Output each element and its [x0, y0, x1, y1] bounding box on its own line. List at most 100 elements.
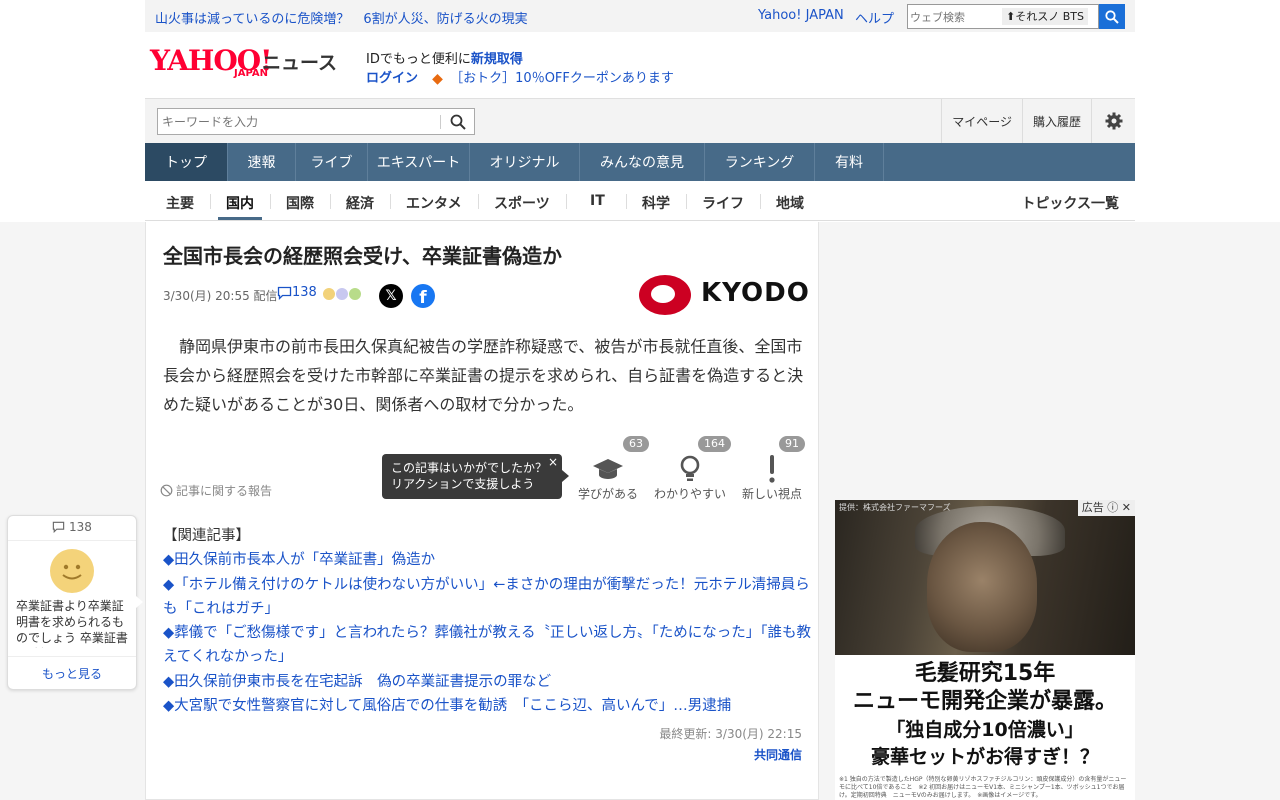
- article-panel: 全国市長会の経歴照会受け、卒業証書偽造か 3/30(月) 20:55 配信 13…: [145, 222, 819, 800]
- reaction-learn-button[interactable]: 63 学びがある: [568, 434, 649, 504]
- ad-fine-print: ※1 独自の方法で製造したHGP（特別な卵黄リゾホスファチジルコリン：頭皮保護成…: [839, 776, 1127, 799]
- face-icon: [322, 287, 336, 301]
- keyword-search-input[interactable]: [162, 113, 432, 131]
- ad-headline-line4: 豪華セットがお得すぎ！？: [870, 746, 1099, 768]
- web-search-input[interactable]: [910, 8, 1000, 26]
- nav-expert[interactable]: エキスパート: [368, 143, 470, 181]
- face-icon: [348, 287, 362, 301]
- category-it[interactable]: IT: [590, 193, 605, 209]
- see-more-link[interactable]: もっと見る: [8, 665, 136, 682]
- widget-count-value: 138: [68, 520, 92, 534]
- category-divider: [210, 194, 211, 209]
- keyword-search-button[interactable]: [448, 112, 468, 132]
- widget-divider: [8, 540, 136, 541]
- settings-button[interactable]: [1091, 99, 1135, 143]
- coupon-tag-icon: ◆: [432, 71, 443, 87]
- x-logo-icon: 𝕏: [385, 288, 397, 304]
- facebook-logo-icon: f: [419, 288, 427, 308]
- comment-icon: [52, 521, 65, 534]
- nav-breaking[interactable]: 速報: [228, 143, 296, 181]
- ad-headline: 毛髪研究15年 ニューモ開発企業が暴露。: [835, 660, 1135, 716]
- topics-list-link[interactable]: トピックス一覧: [1021, 193, 1119, 213]
- ad-label[interactable]: 広告 ⓘ ✕: [1077, 500, 1135, 516]
- help-link[interactable]: ヘルプ: [855, 8, 894, 27]
- register-link[interactable]: 新規取得: [471, 52, 523, 67]
- nav-ranking[interactable]: ランキング: [705, 143, 815, 181]
- info-icon: ⓘ: [1107, 501, 1119, 514]
- login-link[interactable]: ログイン: [366, 71, 418, 86]
- category-divider: [478, 194, 479, 209]
- reaction-newview-button[interactable]: 91 新しい視点: [732, 434, 812, 504]
- related-link[interactable]: ◆葬儀で「ご愁傷様です」と言われたら？葬儀社が教える〝正しい返し方〟「ためになっ…: [163, 621, 813, 670]
- article-date: 3/30(月) 20:55: [163, 289, 250, 303]
- reaction-label: わかりやすい: [653, 487, 726, 501]
- publisher-logo[interactable]: KYODO: [639, 274, 809, 316]
- comment-icon: [277, 286, 292, 300]
- ad-caption: 提供：株式会社ファーマフーズ: [839, 503, 951, 512]
- coupon-link[interactable]: ［おトク］10％OFFクーポンあります: [450, 71, 674, 86]
- tooltip-close-button[interactable]: ×: [548, 454, 558, 470]
- search-row: マイページ 購入履歴: [145, 98, 1135, 143]
- ad-headline-line2: ニューモ開発企業が暴露。: [852, 689, 1117, 714]
- category-sports[interactable]: スポーツ: [494, 193, 550, 213]
- category-international[interactable]: 国際: [286, 193, 314, 213]
- tooltip-line2: リアクションで支援しよう: [391, 477, 535, 491]
- reaction-count: 91: [779, 436, 805, 452]
- comment-count: 138: [292, 285, 317, 300]
- category-economy[interactable]: 経済: [346, 193, 374, 213]
- x-share-button[interactable]: 𝕏: [379, 284, 403, 308]
- logo-section: ニュース: [262, 52, 338, 74]
- article-delivered: 配信: [253, 289, 278, 303]
- article-meta: 3/30(月) 20:55 配信: [163, 287, 278, 304]
- category-local[interactable]: 地域: [776, 193, 804, 213]
- lightbulb-icon: [650, 454, 730, 484]
- ad-photo-face: [927, 522, 1037, 652]
- trend-word-label: それスノ BTS: [1015, 10, 1084, 23]
- publisher-name: KYODO: [701, 278, 810, 308]
- trend-word[interactable]: ⬆︎それスノ BTS: [1002, 8, 1088, 25]
- reaction-tooltip: この記事はいかがでしたか？ リアクションで支援しよう ×: [382, 454, 569, 499]
- yahoo-news-logo[interactable]: YAHOO! JAPAN ニュース: [150, 44, 360, 84]
- reaction-label: 学びがある: [577, 487, 638, 501]
- nav-paid[interactable]: 有料: [815, 143, 884, 181]
- keyword-search-box: [157, 108, 475, 135]
- ad-subheadline: 「独自成分10倍濃い」 豪華セットがお得すぎ！？: [835, 717, 1135, 771]
- category-science[interactable]: 科学: [642, 193, 670, 213]
- nav-live[interactable]: ライブ: [296, 143, 368, 181]
- comment-count-link[interactable]: 138: [277, 285, 317, 300]
- search-icon: [1105, 9, 1119, 24]
- advertisement[interactable]: 提供：株式会社ファーマフーズ 広告 ⓘ ✕ 毛髪研究15年 ニューモ開発企業が暴…: [835, 500, 1135, 800]
- nav-opinions[interactable]: みんなの意見: [580, 143, 705, 181]
- category-divider: [270, 194, 271, 209]
- face-icon: [335, 287, 349, 301]
- top-headline-link[interactable]: 山火事は減っているのに危険増？ 6割が人災、防げる火の現実: [155, 8, 528, 27]
- category-divider: [760, 194, 761, 209]
- related-link[interactable]: ◆田久保前伊東市長を在宅起訴 偽の卒業証書提示の罪など: [163, 670, 813, 694]
- category-divider: [626, 194, 627, 209]
- nav-original[interactable]: オリジナル: [470, 143, 580, 181]
- category-life[interactable]: ライフ: [702, 193, 744, 213]
- source-link[interactable]: 共同通信: [754, 746, 802, 763]
- related-link[interactable]: ◆「ホテル備え付けのケトルは使わない方がいい」←まさかの理由が衝撃だった！元ホテ…: [163, 573, 813, 622]
- nav-top[interactable]: トップ: [145, 143, 228, 181]
- category-entertainment[interactable]: エンタメ: [406, 193, 462, 213]
- yahoo-japan-link[interactable]: Yahoo! JAPAN: [758, 8, 844, 23]
- category-divider: [566, 194, 567, 209]
- mypage-link[interactable]: マイページ: [941, 99, 1022, 143]
- purchase-history-link[interactable]: 購入履歴: [1021, 99, 1091, 143]
- widget-comment-text: 卒業証書より卒業証明書を求められるものでしょう 卒業証書で確認するのは: [16, 599, 128, 648]
- related-link[interactable]: ◆田久保前市長本人が「卒業証書」偽造か: [163, 548, 813, 572]
- reaction-count: 164: [698, 436, 731, 452]
- ad-photo: 提供：株式会社ファーマフーズ: [835, 500, 1135, 655]
- top-headline-part1: 山火事は減っているのに危険増？: [155, 12, 350, 27]
- report-article-link[interactable]: 記事に関する報告: [160, 482, 272, 499]
- facebook-share-button[interactable]: f: [411, 284, 435, 308]
- reaction-clear-button[interactable]: 164 わかりやすい: [650, 434, 731, 504]
- smiley-face-icon: [50, 549, 94, 593]
- web-search-box: ⬆︎それスノ BTS: [907, 4, 1099, 29]
- web-search-button[interactable]: [1099, 4, 1125, 29]
- category-domestic[interactable]: 国内: [226, 193, 254, 213]
- related-link[interactable]: ◆大宮駅で女性警察官に対して風俗店での仕事を勧誘 「ここら辺、高いんで」…男逮捕: [163, 694, 813, 718]
- category-main[interactable]: 主要: [166, 193, 194, 213]
- comment-widget[interactable]: 138 卒業証書より卒業証明書を求められるものでしょう 卒業証書で確認するのは …: [7, 515, 143, 690]
